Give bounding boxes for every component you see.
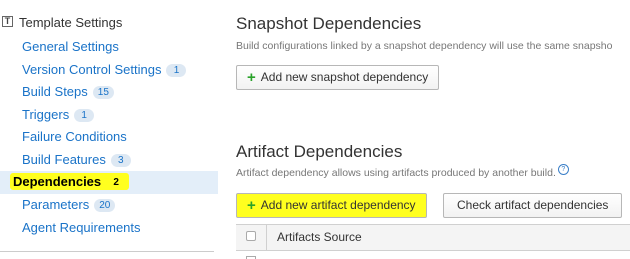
count-badge: 2	[106, 176, 127, 189]
sidebar-item-general-settings[interactable]: General Settings	[0, 36, 218, 58]
button-label: Add new artifact dependency	[260, 198, 416, 212]
sidebar-item-label: General Settings	[22, 39, 119, 54]
sidebar-item-label: Version Control Settings	[22, 62, 162, 77]
add-snapshot-dependency-button[interactable]: + Add new snapshot dependency	[236, 65, 440, 90]
sidebar-item-agent-requirements[interactable]: Agent Requirements	[0, 217, 218, 239]
add-artifact-dependency-button[interactable]: + Add new artifact dependency	[236, 193, 427, 218]
sidebar-item-label: Dependencies	[13, 174, 102, 189]
template-icon: T	[2, 16, 13, 27]
select-all-checkbox[interactable]	[246, 231, 256, 241]
description-text: Artifact dependency allows using artifac…	[236, 167, 556, 179]
artifact-dependencies-title: Artifact Dependencies	[236, 142, 403, 161]
button-label: Add new snapshot dependency	[260, 70, 429, 84]
column-header-artifacts-source: Artifacts Source	[277, 230, 362, 244]
sidebar-item-label: Build Steps	[22, 84, 88, 99]
sidebar-divider	[0, 251, 214, 252]
sidebar-item-label: Parameters	[22, 197, 90, 212]
sidebar-item-parameters[interactable]: Parameters 20	[0, 194, 218, 216]
count-badge: 1	[74, 109, 95, 122]
plus-icon: +	[247, 197, 256, 214]
snapshot-dependencies-description: Build configurations linked by a snapsho…	[236, 40, 613, 52]
sidebar-item-label: Failure Conditions	[22, 129, 127, 144]
sidebar-item-label: Build Features	[22, 152, 106, 167]
count-badge: 1	[166, 64, 187, 77]
artifact-dependencies-description: Artifact dependency allows using artifac…	[236, 164, 569, 179]
highlight-marker: Dependencies 2	[10, 173, 130, 190]
table-header-row: Artifacts Source	[236, 225, 630, 251]
sidebar-item-failure-conditions[interactable]: Failure Conditions	[0, 126, 218, 148]
sidebar-item-label: Agent Requirements	[22, 220, 141, 235]
sidebar: T Template Settings General Settings Ver…	[0, 0, 218, 258]
count-badge: 20	[94, 199, 116, 212]
snapshot-dependencies-title: Snapshot Dependencies	[236, 14, 422, 33]
sidebar-item-build-steps[interactable]: Build Steps 15	[0, 81, 218, 103]
check-artifact-dependencies-button[interactable]: Check artifact dependencies	[443, 193, 623, 218]
sidebar-item-dependencies[interactable]: Dependencies 2	[0, 171, 218, 194]
artifact-dependencies-table: Artifacts Source	[236, 224, 630, 259]
sidebar-title: Template Settings	[19, 15, 123, 30]
count-badge: 3	[110, 154, 131, 167]
sidebar-item-triggers[interactable]: Triggers 1	[0, 104, 218, 126]
sidebar-item-label: Triggers	[22, 107, 70, 122]
plus-icon: +	[247, 69, 256, 86]
sidebar-item-build-features[interactable]: Build Features 3	[0, 149, 218, 171]
sidebar-item-version-control-settings[interactable]: Version Control Settings 1	[0, 59, 218, 81]
select-all-cell	[236, 225, 267, 250]
count-badge: 15	[92, 86, 114, 99]
help-icon[interactable]: ?	[557, 164, 569, 175]
